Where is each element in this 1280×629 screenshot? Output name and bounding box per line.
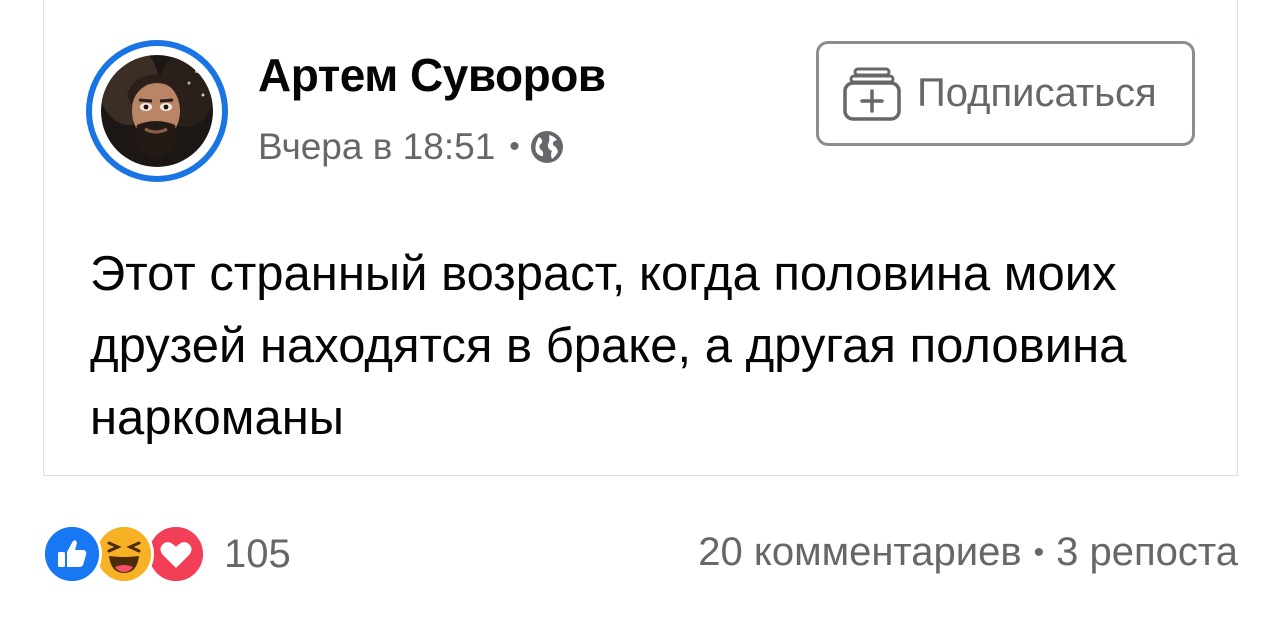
add-subscription-icon [841, 63, 903, 125]
haha-icon [94, 524, 154, 584]
follow-button[interactable]: Подписаться [816, 41, 1195, 146]
avatar[interactable] [86, 40, 228, 182]
love-icon [146, 524, 206, 584]
meta-separator: • [509, 130, 520, 163]
author-name[interactable]: Артем Суворов [258, 48, 606, 102]
stats-separator: • [1033, 535, 1045, 569]
post-meta: Вчера в 18:51 • [258, 126, 564, 168]
reactions-summary[interactable]: 105 [42, 524, 291, 584]
reaction-count: 105 [224, 531, 291, 576]
comments-count[interactable]: 20 комментариев [698, 530, 1021, 575]
avatar-photo [101, 55, 213, 167]
shares-count[interactable]: 3 репоста [1056, 530, 1238, 575]
globe-icon[interactable] [530, 130, 564, 164]
post-timestamp[interactable]: Вчера в 18:51 [258, 126, 495, 168]
post-text: Этот странный возраст, когда половина мо… [90, 247, 1127, 445]
follow-button-label: Подписаться [917, 71, 1157, 115]
like-icon [42, 524, 102, 584]
post-stats: 20 комментариев • 3 репоста [698, 530, 1238, 575]
